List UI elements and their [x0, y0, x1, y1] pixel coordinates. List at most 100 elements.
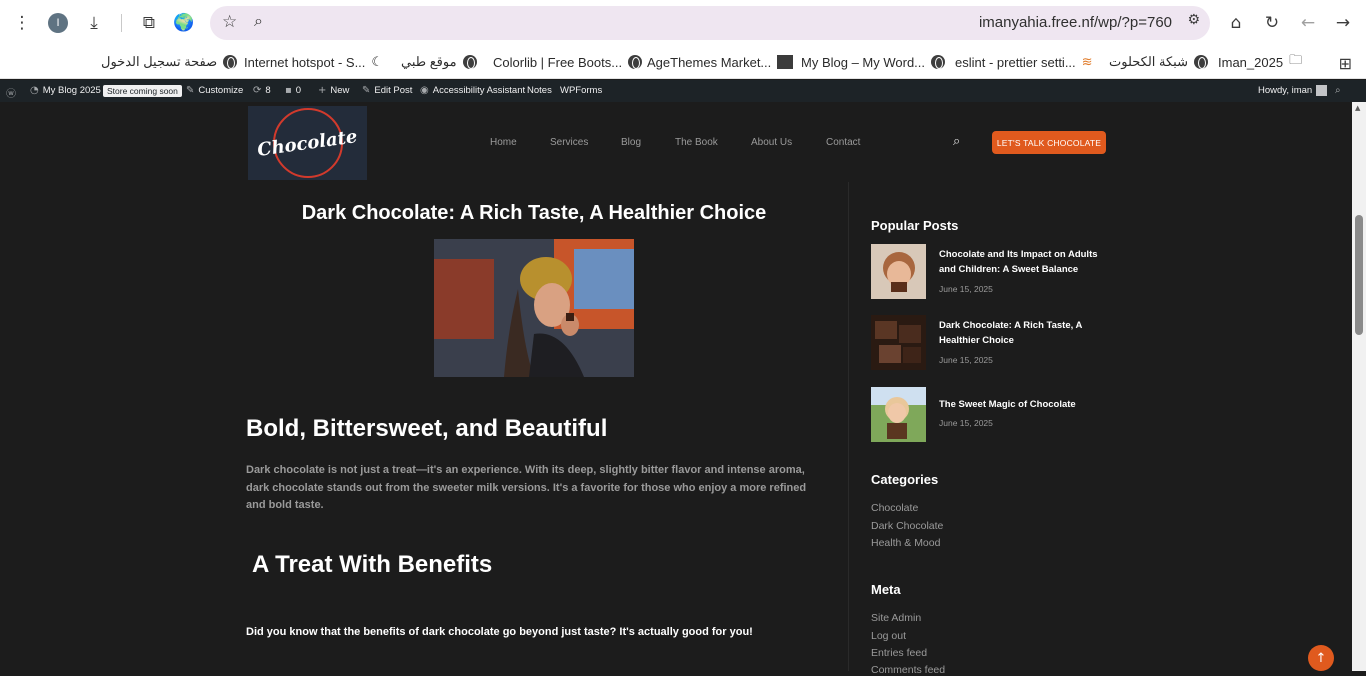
admin-howdy[interactable]: Howdy, iman — [1258, 85, 1328, 96]
page-scrollbar[interactable]: ▲ — [1352, 102, 1366, 671]
stack-icon: ≋ — [1081, 54, 1093, 70]
apps-grid-icon[interactable]: ⊞ — [1339, 54, 1352, 73]
bookmark-kahlout[interactable]: شبكة الكحلوت — [1109, 52, 1208, 72]
bookmark-colorlib[interactable]: Colorlib | Free Boots... — [493, 52, 643, 72]
reload-icon[interactable]: ↻ — [1260, 11, 1284, 35]
site-logo[interactable]: Chocolate — [248, 106, 367, 180]
url-text[interactable]: imanyahia.free.nf/wp/?p=760 — [979, 14, 1172, 31]
profile-avatar[interactable]: I — [48, 13, 68, 33]
site-header: Chocolate Home Services Blog The Book Ab… — [0, 102, 1352, 182]
profile-initial: I — [56, 17, 60, 29]
nav-about-us[interactable]: About Us — [751, 137, 792, 148]
globe-icon — [462, 55, 477, 69]
nav-the-book[interactable]: The Book — [675, 137, 718, 148]
bookmark-login-page[interactable]: صفحة تسجيل الدخول — [101, 52, 238, 72]
bookmark-label: Internet hotspot - S... — [244, 54, 366, 70]
meta-site-admin[interactable]: Site Admin — [871, 612, 921, 624]
bookmark-label: Colorlib | Free Boots... — [493, 54, 623, 70]
popular-post-date-1: June 15, 2025 — [939, 284, 993, 294]
globe-icon — [931, 55, 946, 69]
lens-search-icon[interactable]: ⌕ — [254, 11, 263, 31]
category-chocolate[interactable]: Chocolate — [871, 502, 918, 514]
admin-customize[interactable]: ✎ Customize — [186, 85, 243, 96]
bookmark-medical-site[interactable]: موقع طبي — [401, 52, 477, 72]
meta-entries-feed[interactable]: Entries feed — [871, 647, 927, 659]
lets-talk-chocolate-button[interactable]: LET'S TALK CHOCOLATE — [992, 131, 1106, 154]
site-settings-icon[interactable]: ⚙ — [1187, 12, 1200, 28]
meta-comments-feed[interactable]: Comments feed — [871, 664, 945, 676]
bookmark-label: AgeThemes Market... — [647, 54, 772, 70]
toolbar-separator — [121, 14, 122, 32]
main-content: Dark Chocolate: A Rich Taste, A Healthie… — [0, 182, 1352, 676]
admin-comments[interactable]: ▪ 0 — [285, 85, 301, 96]
popular-post-date-3: June 15, 2025 — [939, 418, 993, 428]
nav-blog[interactable]: Blog — [621, 137, 641, 148]
menu-dots-icon[interactable]: ⋮ — [10, 11, 34, 35]
logo-text: Chocolate — [256, 125, 359, 161]
back-icon[interactable]: ← — [1296, 11, 1320, 35]
popular-post-thumb-1[interactable] — [871, 244, 926, 299]
category-dark-chocolate[interactable]: Dark Chocolate — [871, 520, 943, 532]
admin-notes[interactable]: Notes — [527, 85, 552, 96]
download-icon[interactable]: ⤓ — [82, 11, 106, 35]
bookmark-my-blog[interactable]: My Blog – My Word... — [801, 52, 946, 72]
post-title: Dark Chocolate: A Rich Taste, A Healthie… — [301, 202, 767, 224]
nav-home[interactable]: Home — [490, 137, 517, 148]
brush-icon: ✎ — [186, 85, 195, 96]
new-label: New — [330, 85, 350, 96]
popular-post-title-1[interactable]: Chocolate and Its Impact on Adults and C… — [939, 247, 1109, 277]
nav-contact[interactable]: Contact — [826, 137, 860, 148]
categories-heading: Categories — [871, 472, 939, 487]
bookmark-internet-hotspot[interactable]: Internet hotspot - S... ☾ — [244, 52, 383, 72]
popular-post-title-2[interactable]: Dark Chocolate: A Rich Taste, A Healthie… — [939, 318, 1109, 348]
globe-icon — [1193, 55, 1208, 69]
admin-search-icon[interactable]: ⌕ — [1335, 85, 1341, 96]
popular-post-thumb-3[interactable] — [871, 387, 926, 442]
meta-log-out[interactable]: Log out — [871, 630, 906, 642]
store-coming-soon-badge[interactable]: Store coming soon — [103, 85, 182, 97]
accessibility-icon: ◉ — [420, 85, 429, 96]
forward-icon[interactable]: → — [1331, 11, 1355, 35]
edit-post-label: Edit Post — [374, 85, 413, 96]
meta-heading: Meta — [871, 582, 901, 597]
admin-edit-post[interactable]: ✎ Edit Post — [362, 85, 412, 96]
nav-services[interactable]: Services — [550, 137, 588, 148]
moon-icon: ☾ — [371, 54, 384, 70]
dark-chocolate-pieces-thumbnail — [871, 315, 926, 370]
bookmark-label: شبكة الكحلوت — [1109, 54, 1188, 69]
popular-post-title-3[interactable]: The Sweet Magic of Chocolate — [939, 397, 1109, 412]
sidebar-divider — [848, 182, 849, 671]
admin-accessibility[interactable]: ◉ Accessibility Assistant — [420, 85, 525, 96]
admin-site-name[interactable]: ◔ My Blog 2025 — [30, 85, 101, 96]
admin-updates[interactable]: ⟳ 8 — [253, 85, 271, 96]
agethemes-icon — [777, 55, 794, 69]
bookmark-star-icon[interactable]: ☆ — [222, 12, 237, 32]
updates-icon: ⟳ — [253, 85, 262, 96]
back-to-top-button[interactable]: ↑ — [1308, 645, 1334, 671]
bookmark-eslint[interactable]: eslint - prettier setti... ≋ — [955, 52, 1093, 72]
wp-logo-icon[interactable]: ⓦ — [6, 85, 16, 100]
globe-icon — [628, 55, 643, 69]
extensions-icon[interactable]: ⧉ — [137, 11, 161, 35]
bookmark-label: Iman_2025 — [1218, 54, 1284, 70]
wp-admin-bar: ⓦ ◔ My Blog 2025 Store coming soon ✎ Custo… — [0, 80, 1366, 102]
admin-wpforms[interactable]: WPForms — [560, 85, 602, 96]
wpforms-label: WPForms — [560, 85, 603, 96]
home-icon[interactable]: ⌂ — [1224, 11, 1248, 35]
category-health-mood[interactable]: Health & Mood — [871, 537, 940, 549]
notes-label: Notes — [527, 85, 552, 96]
pencil-icon: ✎ — [362, 85, 371, 96]
bookmark-iman-folder[interactable]: Iman_2025 🗀 — [1218, 52, 1302, 72]
child-eating-chocolate-thumbnail — [871, 244, 926, 299]
logo-ring: Chocolate — [256, 108, 359, 178]
address-bar[interactable]: ☆ ⌕ imanyahia.free.nf/wp/?p=760 ⚙ — [210, 6, 1210, 40]
scrollbar-thumb[interactable] — [1355, 215, 1363, 335]
admin-new[interactable]: + New — [318, 85, 349, 96]
popular-post-thumb-2[interactable] — [871, 315, 926, 370]
search-icon[interactable]: ⌕ — [953, 134, 960, 149]
globe-extension-icon[interactable]: 🌍 — [172, 11, 196, 35]
bookmarks-bar: صفحة تسجيل الدخول Internet hotspot - S..… — [0, 46, 1366, 79]
scroll-up-arrow-icon[interactable]: ▲ — [1355, 104, 1360, 112]
bookmark-label: صفحة تسجيل الدخول — [101, 54, 218, 69]
bookmark-agethemes[interactable]: AgeThemes Market... — [647, 52, 794, 72]
